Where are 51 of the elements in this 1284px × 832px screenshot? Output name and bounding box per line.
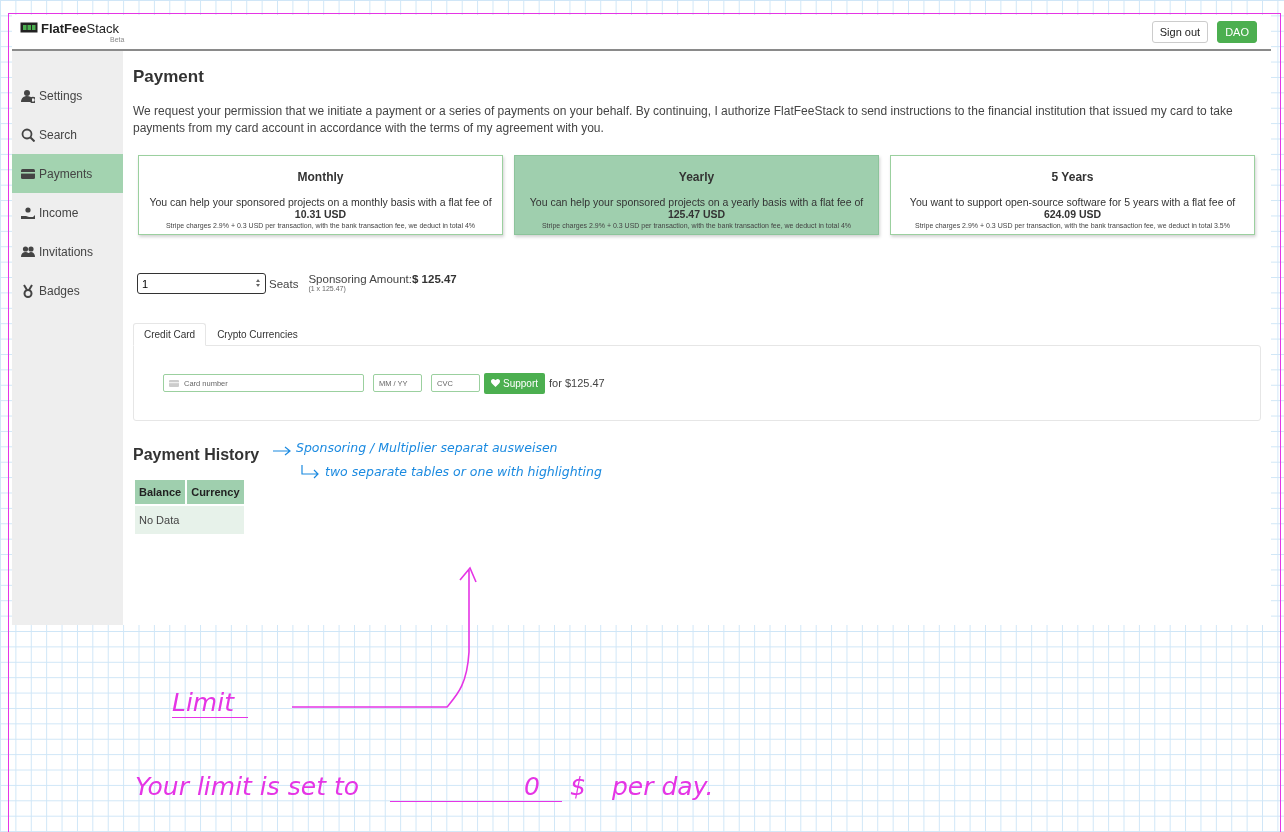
payment-tab[interactable]: Crypto Currencies bbox=[206, 323, 309, 346]
sidebar-label: Badges bbox=[39, 283, 80, 298]
plan-description: You want to support open-source software for 5 years with a flat fee of 624.09 USD bbox=[908, 197, 1237, 220]
handwritten-title: Limit bbox=[172, 688, 248, 718]
sidebar-item[interactable]: Income bbox=[12, 193, 123, 232]
handwritten-value: 0 bbox=[390, 772, 562, 802]
spinner-icon[interactable] bbox=[255, 278, 261, 288]
plan-title: Yearly bbox=[677, 170, 716, 184]
handwritten-note: per day. bbox=[612, 772, 714, 801]
sidebar-label: Search bbox=[39, 127, 78, 142]
logo-text: FlatFeeStack bbox=[41, 21, 120, 36]
amount-label: Sponsoring Amount: bbox=[308, 273, 412, 285]
arrow-icon bbox=[300, 464, 320, 478]
credit-card-icon bbox=[169, 379, 179, 387]
total-amount: for $125.47 bbox=[549, 377, 605, 389]
sidebar-item[interactable]: Badges bbox=[12, 271, 123, 310]
sidebar-label: Income bbox=[39, 205, 79, 220]
page-title: Payment bbox=[133, 67, 205, 87]
column-header: Currency bbox=[187, 480, 244, 504]
plan-description: You can help your sponsored projects on a monthly basis with a flat fee of 10.31 USD bbox=[148, 197, 493, 220]
sidebar-item[interactable]: Invitations bbox=[12, 232, 123, 271]
table-cell: No Data bbox=[135, 506, 244, 534]
intro-text: We request your permission that we initiate a payment or a series of payments on your behalf. By continuing, I authorize FlatFeeStack to send instructions to the financial institution that issued my card to take payments from my card account in accordance with the terms of my agreement with you. bbox=[133, 103, 1234, 137]
sidebar-label: Settings bbox=[39, 88, 83, 103]
arrow-icon bbox=[272, 446, 292, 456]
sidebar-label: Payments bbox=[39, 166, 93, 181]
seats-field[interactable]: 1 bbox=[137, 273, 266, 294]
users-icon bbox=[21, 244, 35, 259]
amount-value: $ 125.47 bbox=[412, 273, 457, 285]
search-icon bbox=[21, 127, 35, 142]
seats-label: Seats bbox=[269, 278, 299, 290]
handwritten-unit: $ bbox=[570, 772, 586, 801]
credit-card-icon bbox=[21, 166, 35, 181]
user-gear-icon bbox=[21, 88, 35, 103]
sidebar-item[interactable]: Payments bbox=[12, 154, 123, 193]
column-header: Balance bbox=[135, 480, 186, 504]
sidebar-item[interactable]: Settings bbox=[12, 76, 123, 115]
section-title: Payment History bbox=[133, 446, 260, 464]
sign-out-button[interactable]: Sign out bbox=[1151, 21, 1209, 43]
handwritten-note: Sponsoring / Multiplier separat ausweisen bbox=[296, 440, 558, 455]
plan-title: Monthly bbox=[296, 170, 345, 184]
payment-tab[interactable]: Credit Card bbox=[133, 323, 207, 346]
plan-description: You can help your sponsored projects on a yearly basis with a flat fee of 125.47 USD bbox=[528, 197, 865, 220]
sidebar-label: Invitations bbox=[39, 244, 94, 259]
medal-icon bbox=[21, 283, 35, 298]
handwritten-note: Your limit is set to bbox=[135, 772, 359, 801]
heart-icon bbox=[491, 379, 500, 387]
sidebar-item[interactable]: Search bbox=[12, 115, 123, 154]
plan-title: 5 Years bbox=[1050, 170, 1095, 184]
logo-icon bbox=[20, 21, 38, 33]
handwritten-note: two separate tables or one with highlighting bbox=[325, 464, 602, 479]
